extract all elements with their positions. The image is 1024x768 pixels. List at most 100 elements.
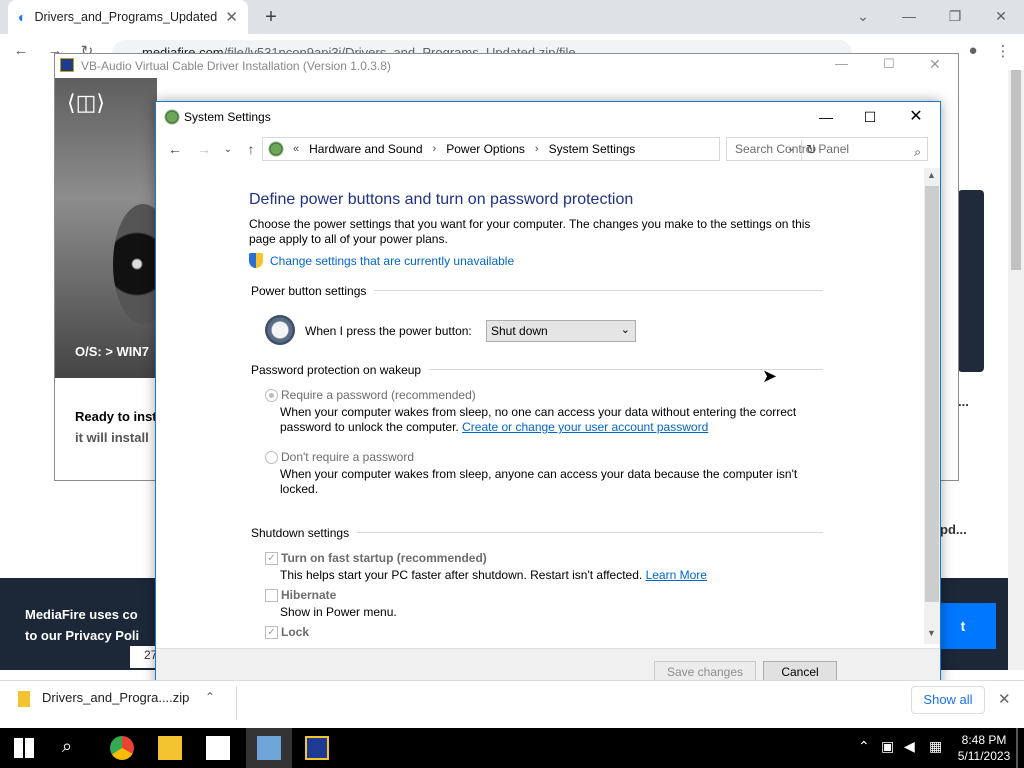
volume-muted-icon[interactable]: ◀ [904,738,915,755]
browser-restore-button[interactable]: ❐ [932,4,978,28]
vb-os-label: O/S: > WIN7 [75,344,150,359]
zip-file-icon [18,690,30,707]
show-desktop-button[interactable] [1016,728,1018,768]
show-all-downloads-button[interactable]: Show all [911,686,985,714]
vb-close-icon[interactable]: ✕ [929,56,941,73]
require-password-description: When your computer wakes from sleep, no … [280,405,797,434]
show-hidden-icons-icon[interactable]: ⌃ [858,738,870,755]
breadcrumb-chevron-icon[interactable]: › [433,143,437,155]
breadcrumb-power-options[interactable]: Power Options [446,142,525,156]
start-button-icon[interactable] [14,738,34,758]
power-button-icon [265,315,295,345]
ss-recent-dropdown-icon[interactable]: ⌄ [218,144,238,155]
vb-audio-taskbar-icon[interactable] [305,736,329,760]
close-downloads-bar-icon[interactable]: ✕ [998,690,1011,708]
search-icon[interactable]: ⌕ [914,141,921,163]
fast-startup-description: This helps start your PC faster after sh… [280,568,707,582]
ss-forward-icon[interactable]: → [194,141,214,157]
fast-startup-checkbox[interactable]: ✓ [265,552,278,565]
vb-maximize-icon[interactable]: ☐ [883,56,895,72]
lock-checkbox[interactable]: ✓ [265,626,278,639]
fast-startup-label[interactable]: Turn on fast startup (recommended) [281,551,487,566]
taskbar-search-icon[interactable]: ⌕ [62,736,86,760]
page-scrollbar[interactable] [1008,70,1024,670]
browser-menu-icon[interactable]: ⋮ [992,42,1014,60]
ss-minimize-icon[interactable]: — [804,104,848,130]
browser-close-button[interactable]: ✕ [978,4,1024,28]
breadcrumb-chevron-icon[interactable]: › [535,143,539,155]
hibernate-label[interactable]: Hibernate [281,588,336,603]
vb-ready-label: Ready to inst [75,409,157,424]
hibernate-checkbox[interactable] [265,589,278,602]
download-options-chevron-icon[interactable]: ⌃ [205,690,215,704]
browser-tab[interactable]: ◐ Drivers_and_Programs_Updated ✕ [8,0,248,34]
download-file-name: Drivers_and_Progra....zip [42,690,190,705]
close-tab-icon[interactable]: ✕ [225,8,238,26]
side-text: pd... [940,522,967,537]
network-icon[interactable]: ▣ [881,738,894,755]
ss-close-icon[interactable]: ✕ [894,104,938,130]
ss-up-icon[interactable]: ↑ [241,141,261,157]
ss-address-bar[interactable]: « Hardware and Sound › Power Options › S… [262,137,817,161]
hibernate-description: Show in Power menu. [280,605,397,619]
vb-logo-icon: ⟨◫⟩ [67,90,105,115]
breadcrumb-prefix: « [293,143,300,155]
file-explorer-taskbar-icon[interactable] [158,736,182,760]
ss-titlebar: System Settings — ☐ ✕ [156,102,940,132]
learn-more-link[interactable]: Learn More [646,568,707,582]
tab-search-icon[interactable]: ⌄ [840,4,886,28]
uac-shield-icon [249,253,263,268]
browser-minimize-button[interactable]: — [886,4,932,28]
shutdown-section-title: Shutdown settings [251,526,358,540]
keyboard-icon[interactable]: ▦ [929,738,942,755]
require-password-radio[interactable] [265,389,278,402]
store-taskbar-icon[interactable] [206,736,230,760]
scroll-up-icon[interactable]: ▲ [927,170,936,180]
system-settings-window: System Settings — ☐ ✕ ← → ⌄ ↑ « Hardware… [155,101,941,692]
ss-navigation-bar: ← → ⌄ ↑ « Hardware and Sound › Power Opt… [156,132,940,168]
vb-minimize-icon[interactable]: — [835,56,848,71]
vb-install-label: it will install [75,430,149,445]
power-button-section-title: Power button settings [251,284,375,298]
ss-search-input[interactable]: Search Control Panel ⌕ [726,137,928,161]
tab-title: Drivers_and_Programs_Updated [34,10,218,24]
search-placeholder: Search Control Panel [735,142,850,156]
back-arrow-icon[interactable]: ← [10,42,32,59]
power-button-action-value: Shut down [491,324,548,338]
profile-avatar-icon[interactable]: ● [962,42,984,59]
ss-back-icon[interactable]: ← [165,141,185,157]
control-panel-taskbar-icon[interactable] [257,736,281,760]
ss-title: System Settings [184,110,271,124]
power-button-action-select[interactable]: Shut down ⌄ [486,320,636,342]
require-password-label[interactable]: Require a password (recommended) [281,388,476,403]
create-password-link[interactable]: Create or change your user account passw… [462,420,708,434]
control-panel-icon [267,141,285,157]
mouse-cursor-icon: ➤ [762,366,778,386]
windows-taskbar [0,728,1024,768]
breadcrumb-system-settings[interactable]: System Settings [549,142,636,156]
downloads-divider [236,686,237,720]
no-password-radio[interactable] [265,451,278,464]
power-options-icon [164,109,180,125]
ss-content-area: Define power buttons and turn on passwor… [156,168,924,648]
no-password-description: When your computer wakes from sleep, any… [280,467,798,496]
taskbar-clock[interactable]: 8:48 PM 5/11/2023 [956,732,1012,764]
change-settings-link[interactable]: Change settings that are currently unava… [270,254,514,269]
ss-maximize-icon[interactable]: ☐ [848,104,892,130]
ss-scrollbar[interactable]: ▲ ▼ [924,168,940,644]
new-tab-button[interactable]: + [258,4,284,30]
power-button-label: When I press the power button: [305,324,472,338]
side-text: ... [958,394,969,409]
chevron-down-icon: ⌄ [620,324,630,336]
ss-scrollbar-thumb[interactable] [925,186,939,602]
vb-title: VB-Audio Virtual Cable Driver Installati… [55,54,958,78]
chrome-taskbar-icon[interactable] [110,736,134,760]
no-password-label[interactable]: Don't require a password [281,450,414,465]
intro-text: Choose the power settings that you want … [249,217,811,246]
scroll-down-icon[interactable]: ▼ [927,628,936,638]
breadcrumb-hardware-and-sound[interactable]: Hardware and Sound [309,142,422,156]
page-scrollbar-thumb[interactable] [1011,70,1021,270]
download-item[interactable]: Drivers_and_Progra....zip [18,690,189,707]
cookie-banner-text: MediaFire uses co to our Privacy Poli [25,607,140,643]
lock-label[interactable]: Lock [281,625,309,640]
